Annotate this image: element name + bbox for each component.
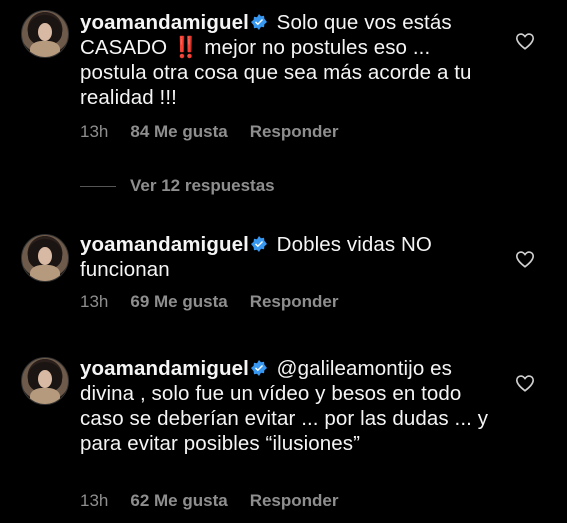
view-replies-label[interactable]: Ver 12 respuestas <box>130 176 275 195</box>
avatar[interactable] <box>21 357 69 405</box>
likes-count[interactable]: 62 Me gusta <box>130 491 227 510</box>
comment-meta: 13h 69 Me gusta Responder <box>80 292 360 312</box>
avatar[interactable] <box>21 234 69 282</box>
comment-text: yoamandamiguel Solo que vos estás CASADO… <box>80 10 500 110</box>
username[interactable]: yoamandamiguel <box>80 357 249 380</box>
reply-button[interactable]: Responder <box>250 122 339 141</box>
avatar[interactable] <box>21 10 69 58</box>
view-replies-button[interactable]: Ver 12 respuestas <box>80 176 275 196</box>
likes-count[interactable]: 84 Me gusta <box>130 122 227 141</box>
reply-button[interactable]: Responder <box>250 491 339 510</box>
heart-icon[interactable] <box>515 250 535 268</box>
comment-meta: 13h 84 Me gusta Responder <box>80 122 360 142</box>
likes-count[interactable]: 69 Me gusta <box>130 292 227 311</box>
verified-badge-icon <box>250 236 267 252</box>
heart-icon[interactable] <box>515 374 535 392</box>
username[interactable]: yoamandamiguel <box>80 233 249 256</box>
reply-button[interactable]: Responder <box>250 292 339 311</box>
double-exclamation-icon: ‼️ <box>172 36 199 59</box>
timestamp: 13h <box>80 491 109 510</box>
timestamp: 13h <box>80 292 109 311</box>
divider-line <box>80 186 116 188</box>
verified-badge-icon <box>250 360 267 376</box>
heart-icon[interactable] <box>515 32 535 50</box>
comment-meta: 13h 62 Me gusta Responder <box>80 491 360 511</box>
username[interactable]: yoamandamiguel <box>80 11 249 34</box>
comment-text: yoamandamiguel Dobles vidas NO funcionan <box>80 232 500 282</box>
comment-text: yoamandamiguel @galileamontijo es divina… <box>80 356 500 456</box>
verified-badge-icon <box>250 14 267 30</box>
timestamp: 13h <box>80 122 109 141</box>
